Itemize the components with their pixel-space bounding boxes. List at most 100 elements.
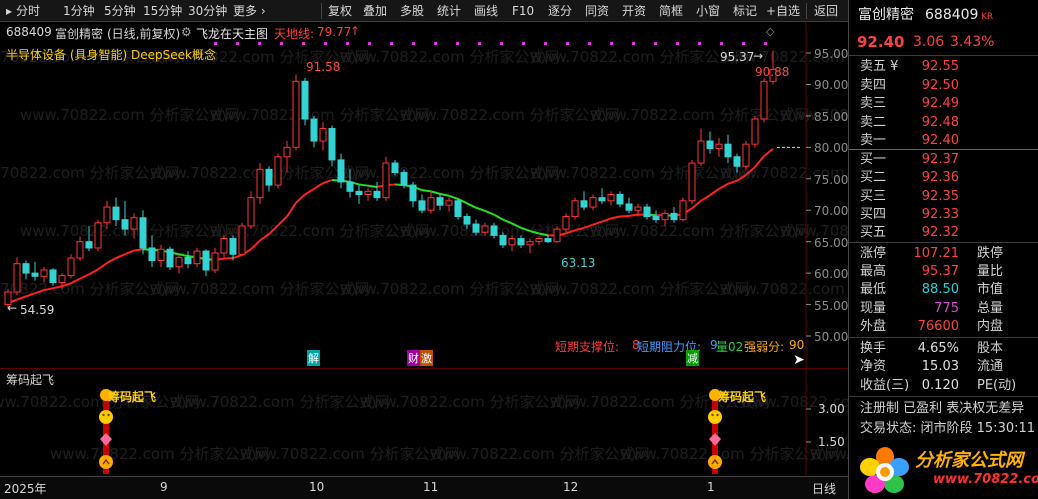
event-marker-unlock[interactable]: 解	[307, 350, 320, 366]
toolbar-f10-button[interactable]: F10	[512, 0, 534, 22]
ask-level-2[interactable]: 卖二 92.48	[849, 113, 1038, 132]
toolbar-tab-15min[interactable]: 15分钟	[143, 0, 182, 22]
candle-body	[103, 206, 111, 224]
ma-segment	[439, 192, 450, 197]
candle-body	[562, 216, 570, 230]
candle-body	[445, 200, 453, 206]
ma-segment	[358, 183, 369, 187]
stat-label: 量比	[977, 264, 1004, 279]
candle-body	[436, 197, 444, 206]
concept-overlay-text: 半导体设备 (具身智能) DeepSeek概念	[6, 48, 216, 62]
toolbar-openasset-button[interactable]: 开资	[622, 0, 646, 22]
bid-level-3[interactable]: 买三 92.35	[849, 187, 1038, 206]
signal-dots	[214, 42, 767, 45]
start-arrow-icon: ←	[7, 301, 18, 315]
toolbar-tab-timeshare[interactable]: 分时	[16, 0, 40, 22]
bid-price: 92.37	[921, 152, 959, 167]
indicator-settings-icon[interactable]: ⚙	[181, 25, 192, 39]
candle-body	[364, 190, 372, 196]
candle-body	[319, 127, 327, 142]
toolbar-draw-button[interactable]: 画线	[474, 0, 498, 22]
candle-body	[31, 272, 39, 277]
ma-segment	[448, 194, 459, 200]
ask-level-5[interactable]: 卖五 ¥ 92.55	[849, 57, 1038, 76]
chip-indicator-panel[interactable]: www.70822.com 分析家公式网 www.70822.com 分析家公式网…	[0, 368, 848, 476]
sub-chart-title: 筹码起飞	[6, 373, 55, 387]
chart-stock-code: 688409	[6, 25, 52, 39]
candle-body	[22, 263, 30, 274]
bid-level-4[interactable]: 买四 92.33	[849, 205, 1038, 224]
ma-segment	[610, 215, 621, 220]
ask-level-3[interactable]: 卖三 92.49	[849, 94, 1038, 113]
event-marker-reduce[interactable]: 减	[686, 350, 699, 366]
candle-body	[652, 216, 660, 221]
bid-level-2[interactable]: 买二 92.36	[849, 168, 1038, 187]
toolbar-smallwindow-button[interactable]: 小窗	[696, 0, 720, 22]
candle-body	[283, 146, 291, 158]
candle-body	[76, 241, 84, 259]
recent-high-label: 95.37	[720, 50, 755, 64]
toolbar-stats-button[interactable]: 统计	[437, 0, 461, 22]
up-arrow-icon	[708, 455, 722, 469]
ma-segment	[178, 253, 189, 258]
toolbar-multistock-button[interactable]: 多股	[400, 0, 424, 22]
toolbar-more-menu[interactable]: 更多 ›	[233, 0, 266, 22]
candle-body	[670, 212, 678, 221]
chart-stock-name: 富创精密	[55, 27, 104, 41]
signal-dot	[346, 42, 349, 45]
toolbar-mark-button[interactable]: 标记	[733, 0, 757, 22]
up-arrow-icon	[99, 455, 113, 469]
stat-row-outer: 外盘 76600 内盘	[849, 317, 1038, 336]
candle-body	[418, 200, 426, 211]
quote-badge: KR	[981, 12, 994, 22]
bid-level-1[interactable]: 买一 92.37	[849, 150, 1038, 169]
candle-body	[256, 168, 264, 199]
chart-options-icon[interactable]: ◇	[766, 25, 774, 38]
watermark-text: www.70822.com 分析家公式网	[340, 164, 560, 182]
ask-level-1[interactable]: 卖一 92.40	[849, 131, 1038, 150]
toolbar-simpleframe-button[interactable]: 简框	[659, 0, 683, 22]
candle-body	[391, 162, 399, 173]
candle-body	[607, 194, 615, 202]
ask-price: 92.50	[921, 78, 959, 93]
toolbar-tab-5min[interactable]: 5分钟	[104, 0, 136, 22]
candle-body	[166, 248, 174, 268]
ma-segment	[88, 268, 99, 276]
ask-price: 92.49	[921, 96, 959, 111]
toolbar-addwatch-button[interactable]: +自选	[766, 0, 800, 22]
toolbar-sameasset-button[interactable]: 同资	[585, 0, 609, 22]
kline-chart-panel[interactable]: www.70822.com 分析家公式网www.70822.com 分析家公式网…	[0, 22, 848, 368]
kline-svg: www.70822.com 分析家公式网www.70822.com 分析家公式网…	[0, 22, 848, 368]
toolbar-minute-button[interactable]: 逐分	[548, 0, 572, 22]
candle-body	[382, 162, 390, 199]
candle-body	[463, 216, 471, 225]
signal-dot	[214, 42, 217, 45]
ask-level-4[interactable]: 卖四 92.50	[849, 76, 1038, 95]
toolbar-tab-30min[interactable]: 30分钟	[188, 0, 227, 22]
signal-dot	[258, 42, 261, 45]
ma-segment	[763, 148, 774, 157]
toolbar-overlay-button[interactable]: 叠加	[363, 0, 387, 22]
candle-body	[634, 206, 642, 211]
fin-label: 净资	[860, 359, 887, 374]
candle-body	[472, 223, 480, 233]
toolbar-back-button[interactable]: 返回	[814, 0, 838, 22]
period-label[interactable]: 日线	[812, 480, 836, 497]
stat-label: 跌停	[977, 246, 1004, 261]
toolbar-timeshare-icon[interactable]: ▸	[6, 0, 12, 22]
candle-body	[238, 225, 246, 255]
toolbar-adjust-button[interactable]: 复权	[328, 0, 352, 22]
candle-body	[517, 238, 525, 246]
smiley-icon	[708, 410, 722, 424]
toolbar-tab-1min[interactable]: 1分钟	[63, 0, 95, 22]
ma-segment	[718, 182, 729, 190]
event-marker-incentive[interactable]: 激	[420, 350, 433, 366]
trade-status: 交易状态: 闭市阶段 15:30:11	[860, 421, 1036, 436]
indicator-name[interactable]: 飞龙在天主图	[196, 25, 268, 42]
stat-row-high: 最高 95.37 量比	[849, 262, 1038, 281]
candle-body	[571, 200, 579, 218]
event-marker-finance[interactable]: 财	[407, 350, 420, 366]
bid-level-5[interactable]: 买五 92.32	[849, 223, 1038, 242]
candle-body	[751, 118, 759, 145]
candle-body	[454, 200, 462, 218]
